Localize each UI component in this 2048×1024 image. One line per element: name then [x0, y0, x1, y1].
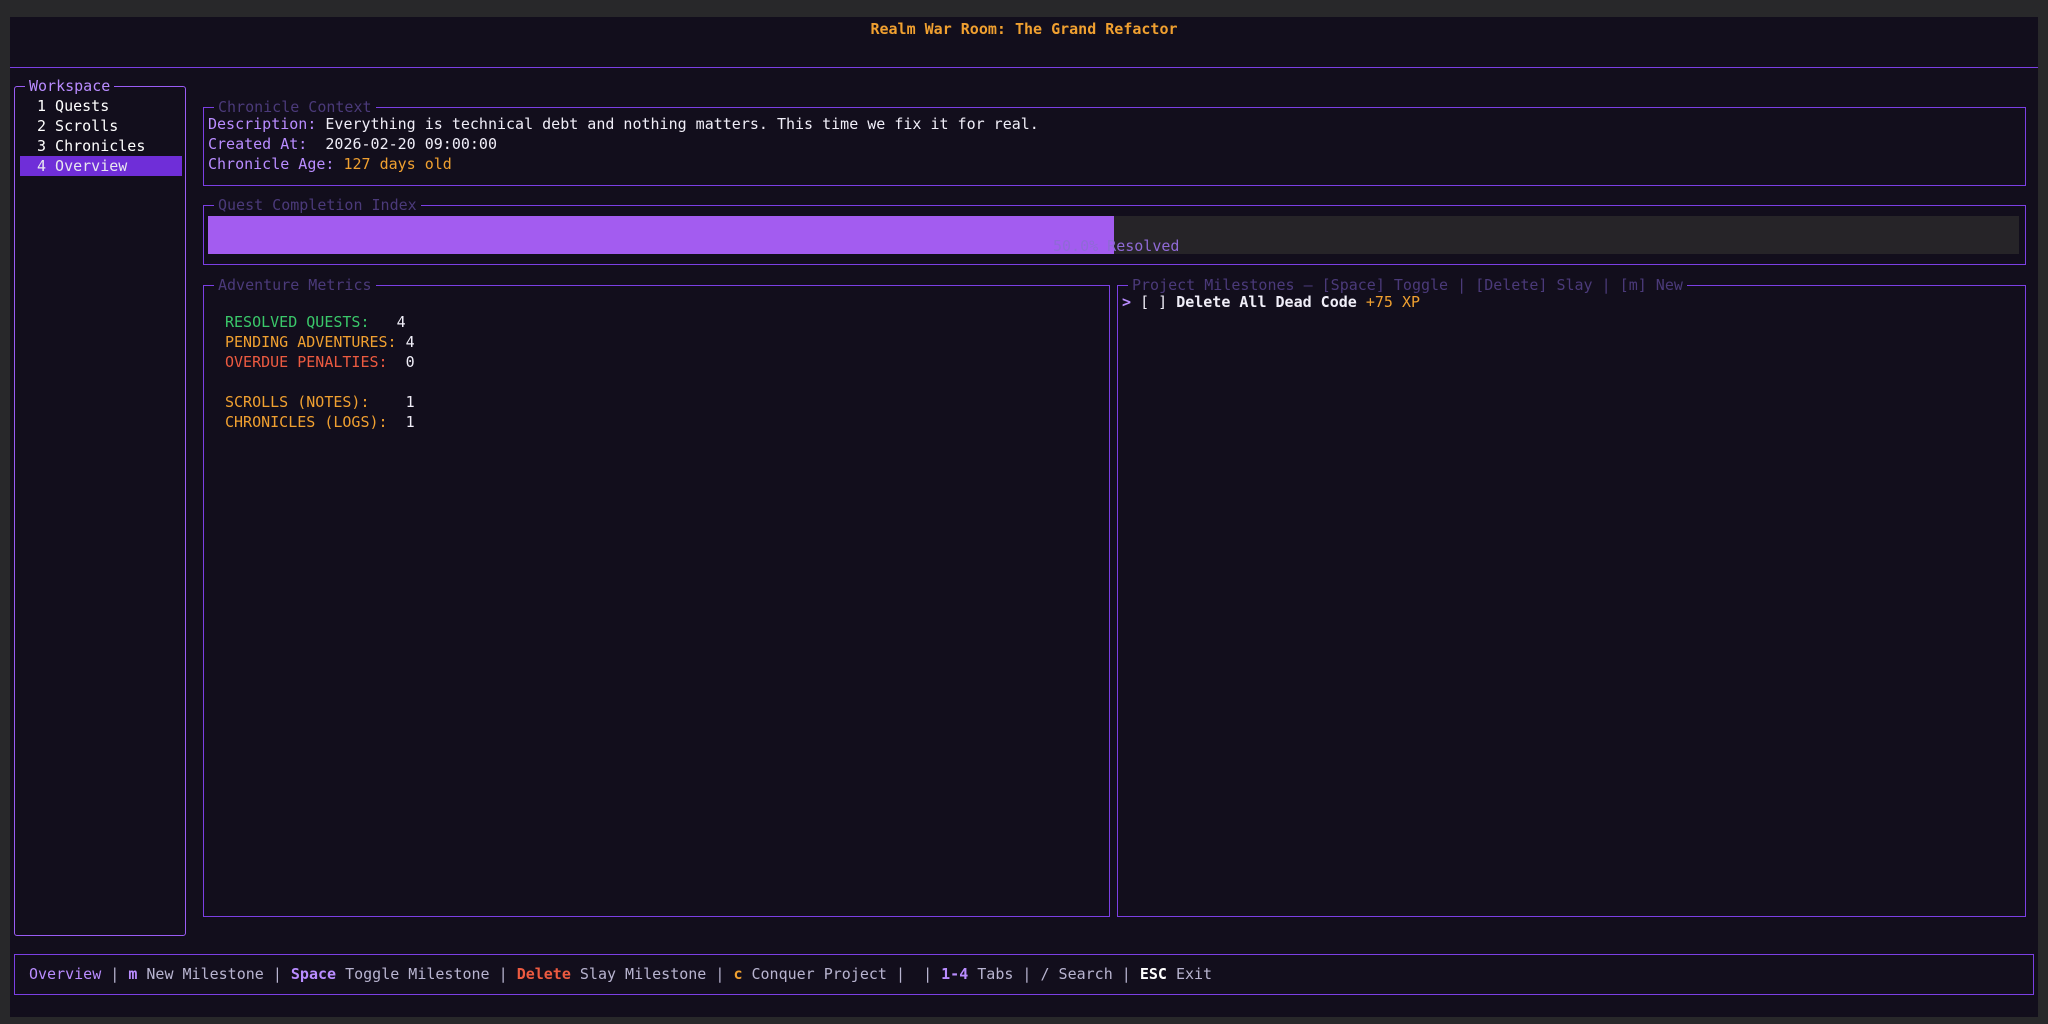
toggle-milestone-hint: Toggle Milestone	[336, 965, 490, 983]
sidebar-item-chronicles[interactable]: 3 Chronicles	[20, 136, 182, 156]
overdue-penalties-row: OVERDUE PENALTIES: 0	[225, 352, 415, 372]
scrolls-value: 1	[405, 393, 415, 411]
overdue-penalties-value: 0	[405, 353, 415, 371]
quest-completion-title: Quest Completion Index	[214, 196, 421, 214]
project-milestones-panel: Project Milestones — [Space] Toggle | [D…	[1117, 276, 2026, 917]
progress-text: 50.0% Resolved	[1053, 237, 1180, 255]
scrolls-row: SCROLLS (NOTES): 1	[225, 392, 415, 412]
description-row: Description: Everything is technical deb…	[208, 114, 1039, 134]
sidebar-item-quests[interactable]: 1 Quests	[20, 96, 182, 116]
adventure-metrics-panel: Adventure Metrics RESOLVED QUESTS: 4 PEN…	[203, 276, 1110, 917]
exit-key: ESC	[1139, 965, 1167, 983]
progress-fill	[208, 216, 1114, 254]
tabs-key: 1-4	[941, 965, 969, 983]
resolved-quests-value: 4	[396, 313, 406, 331]
chronicles-value: 1	[405, 413, 415, 431]
selection-cursor: >	[1122, 293, 1132, 311]
created-row: Created At: 2026-02-20 09:00:00	[208, 134, 497, 154]
created-label: Created At:	[208, 135, 308, 153]
description-value: Everything is technical debt and nothing…	[325, 115, 1039, 133]
resolved-quests-label: RESOLVED QUESTS:	[225, 313, 370, 331]
scrolls-label: SCROLLS (NOTES):	[225, 393, 370, 411]
sidebar-item-scrolls[interactable]: 2 Scrolls	[20, 116, 182, 136]
progress-track: 50.0% Resolved	[208, 216, 2019, 255]
app-title: Realm War Room: The Grand Refactor	[870, 20, 1178, 38]
chronicles-row: CHRONICLES (LOGS): 1	[225, 412, 415, 432]
slay-milestone-hint: Slay Milestone	[570, 965, 707, 983]
age-row: Chronicle Age: 127 days old	[208, 154, 452, 174]
sidebar-title: Workspace	[25, 77, 115, 95]
overdue-penalties-label: OVERDUE PENALTIES:	[225, 353, 388, 371]
sidebar-item-overview[interactable]: 4 Overview	[20, 156, 182, 176]
description-label: Description:	[208, 115, 317, 133]
resolved-quests-row: RESOLVED QUESTS: 4	[225, 312, 406, 332]
created-value: 2026-02-20 09:00:00	[325, 135, 497, 153]
toggle-milestone-key: Space	[290, 965, 337, 983]
chronicle-context-panel: Chronicle Context Description: Everythin…	[203, 98, 2026, 186]
mode-indicator: Overview	[29, 965, 102, 983]
keybinding-hints: Overview | m New Milestone | Space Toggl…	[29, 965, 1213, 983]
milestone-xp: +75 XP	[1365, 293, 1421, 311]
milestone-name: Delete All Dead Code	[1176, 293, 1357, 311]
pending-adventures-value: 4	[405, 333, 415, 351]
status-bar: Overview | m New Milestone | Space Toggl…	[14, 954, 2034, 995]
search-hint: / Search	[1040, 965, 1113, 983]
slay-milestone-key: Delete	[516, 965, 571, 983]
chronicles-label: CHRONICLES (LOGS):	[225, 413, 388, 431]
pending-adventures-label: PENDING ADVENTURES:	[225, 333, 397, 351]
quest-completion-panel: Quest Completion Index 50.0% Resolved	[203, 196, 2026, 265]
age-value: 127 days old	[343, 155, 452, 173]
milestone-item[interactable]: > [ ] Delete All Dead Code +75 XP	[1122, 292, 1420, 312]
milestone-checkbox[interactable]: [ ]	[1140, 293, 1167, 311]
exit-hint: Exit	[1166, 965, 1213, 983]
tabs-hint: Tabs	[968, 965, 1014, 983]
pending-adventures-row: PENDING ADVENTURES: 4	[225, 332, 415, 352]
age-label: Chronicle Age:	[208, 155, 335, 173]
new-milestone-hint: New Milestone	[137, 965, 264, 983]
terminal-window: Realm War Room: The Grand Refactor Works…	[10, 17, 2038, 1017]
adventure-metrics-title: Adventure Metrics	[214, 276, 376, 294]
workspace-sidebar: Workspace 1 Quests 2 Scrolls 3 Chronicle…	[14, 77, 186, 936]
conquer-project-hint: Conquer Project	[742, 965, 887, 983]
app-header: Realm War Room: The Grand Refactor	[10, 17, 2038, 68]
